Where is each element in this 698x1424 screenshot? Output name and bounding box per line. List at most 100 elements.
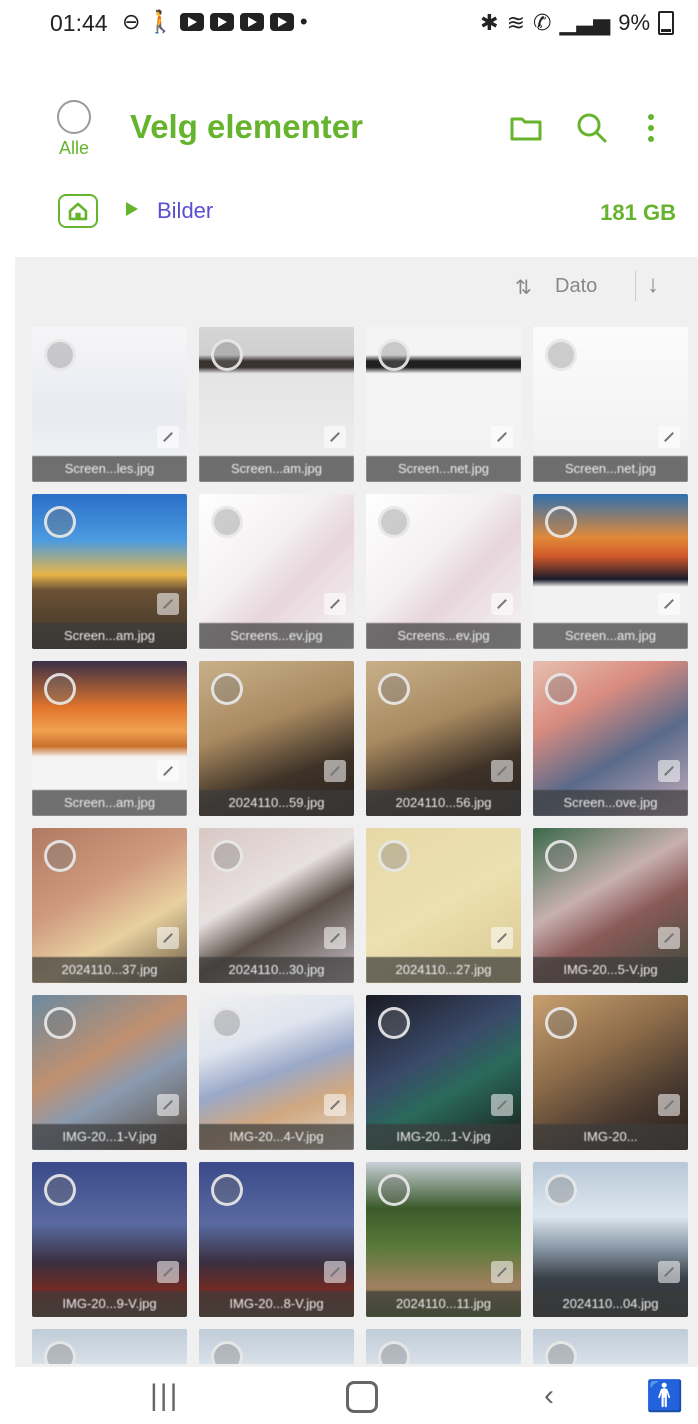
image-thumbnail[interactable] (32, 1329, 187, 1364)
select-checkbox[interactable] (378, 840, 410, 872)
expand-icon[interactable] (157, 1094, 179, 1116)
image-thumbnail[interactable]: Screen...am.jpg (199, 327, 354, 482)
breadcrumb-folder[interactable]: Bilder (157, 198, 213, 224)
image-thumbnail[interactable]: IMG-20...8-V.jpg (199, 1162, 354, 1317)
select-checkbox[interactable] (378, 339, 410, 371)
image-thumbnail[interactable]: Screens...ev.jpg (199, 494, 354, 649)
sort-label[interactable]: Dato (555, 275, 597, 298)
select-checkbox[interactable] (44, 1341, 76, 1364)
file-panel: ⇅ Dato ↓ Screen...les.jpg Screen...am.jpg… (15, 257, 698, 1367)
select-checkbox[interactable] (211, 506, 243, 538)
image-thumbnail[interactable]: Screen...ove.jpg (533, 661, 688, 816)
home-button[interactable] (58, 194, 98, 228)
image-thumbnail[interactable] (199, 1329, 354, 1364)
select-checkbox[interactable] (211, 1007, 243, 1039)
expand-icon[interactable] (157, 760, 179, 782)
sort-direction-icon[interactable]: ↓ (647, 271, 659, 299)
select-checkbox[interactable] (378, 1174, 410, 1206)
expand-icon[interactable] (658, 1261, 680, 1283)
image-thumbnail[interactable]: IMG-20...5-V.jpg (533, 828, 688, 983)
select-checkbox[interactable] (44, 1174, 76, 1206)
select-checkbox[interactable] (211, 840, 243, 872)
image-thumbnail[interactable]: 2024110...04.jpg (533, 1162, 688, 1317)
expand-icon[interactable] (491, 593, 513, 615)
expand-icon[interactable] (491, 426, 513, 448)
select-checkbox[interactable] (44, 840, 76, 872)
expand-icon[interactable] (324, 760, 346, 782)
select-checkbox[interactable] (545, 339, 577, 371)
expand-icon[interactable] (157, 927, 179, 949)
image-thumbnail[interactable] (533, 1329, 688, 1364)
image-thumbnail[interactable]: Screen...net.jpg (366, 327, 521, 482)
expand-icon[interactable] (324, 593, 346, 615)
more-vert-icon[interactable] (631, 108, 671, 148)
image-thumbnail[interactable]: Screens...ev.jpg (366, 494, 521, 649)
image-thumbnail[interactable]: Screen...am.jpg (32, 661, 187, 816)
expand-icon[interactable] (491, 1261, 513, 1283)
image-thumbnail[interactable]: IMG-20...4-V.jpg (199, 995, 354, 1150)
image-thumbnail[interactable]: 2024110...11.jpg (366, 1162, 521, 1317)
select-checkbox[interactable] (545, 1174, 577, 1206)
select-checkbox[interactable] (545, 1007, 577, 1039)
thumbnail-caption: Screens...ev.jpg (366, 623, 521, 649)
expand-icon[interactable] (491, 1094, 513, 1116)
select-all[interactable]: Alle (54, 100, 94, 159)
image-thumbnail[interactable]: IMG-20...1-V.jpg (32, 995, 187, 1150)
select-checkbox[interactable] (211, 1174, 243, 1206)
image-thumbnail[interactable]: 2024110...30.jpg (199, 828, 354, 983)
expand-icon[interactable] (491, 927, 513, 949)
select-checkbox[interactable] (378, 673, 410, 705)
select-checkbox[interactable] (545, 840, 577, 872)
select-checkbox[interactable] (378, 1341, 410, 1364)
recents-icon[interactable]: ||| (150, 1379, 179, 1413)
search-icon[interactable] (572, 108, 612, 148)
select-checkbox[interactable] (44, 1007, 76, 1039)
expand-icon[interactable] (658, 593, 680, 615)
expand-icon[interactable] (658, 426, 680, 448)
expand-icon[interactable] (157, 426, 179, 448)
select-checkbox[interactable] (211, 673, 243, 705)
image-thumbnail[interactable]: IMG-20...1-V.jpg (366, 995, 521, 1150)
expand-icon[interactable] (324, 1261, 346, 1283)
image-thumbnail[interactable]: 2024110...59.jpg (199, 661, 354, 816)
expand-icon[interactable] (658, 927, 680, 949)
folder-icon[interactable] (506, 108, 546, 148)
expand-icon[interactable] (324, 426, 346, 448)
dot-icon: • (299, 9, 308, 34)
accessibility-icon[interactable]: 🚹 (646, 1379, 683, 1414)
youtube-icon (209, 13, 234, 31)
expand-icon[interactable] (324, 1094, 346, 1116)
image-thumbnail[interactable]: IMG-20... (533, 995, 688, 1150)
image-thumbnail[interactable]: Screen...am.jpg (533, 494, 688, 649)
thumbnail-caption: Screen...am.jpg (533, 623, 688, 649)
image-thumbnail[interactable]: Screen...net.jpg (533, 327, 688, 482)
home-nav-icon[interactable] (346, 1381, 378, 1413)
select-checkbox[interactable] (545, 1341, 577, 1364)
select-checkbox[interactable] (378, 1007, 410, 1039)
image-thumbnail[interactable]: Screen...les.jpg (32, 327, 187, 482)
expand-icon[interactable] (324, 927, 346, 949)
select-checkbox[interactable] (44, 339, 76, 371)
select-checkbox[interactable] (44, 673, 76, 705)
sort-icon[interactable]: ⇅ (515, 275, 532, 300)
expand-icon[interactable] (157, 593, 179, 615)
image-thumbnail[interactable] (366, 1329, 521, 1364)
image-thumbnail[interactable]: 2024110...37.jpg (32, 828, 187, 983)
select-all-checkbox[interactable] (57, 100, 91, 134)
select-checkbox[interactable] (211, 339, 243, 371)
select-checkbox[interactable] (545, 673, 577, 705)
storage-size: 181 GB (600, 200, 676, 225)
select-checkbox[interactable] (545, 506, 577, 538)
expand-icon[interactable] (157, 1261, 179, 1283)
expand-icon[interactable] (491, 760, 513, 782)
select-checkbox[interactable] (378, 506, 410, 538)
image-thumbnail[interactable]: IMG-20...9-V.jpg (32, 1162, 187, 1317)
expand-icon[interactable] (658, 760, 680, 782)
image-thumbnail[interactable]: 2024110...56.jpg (366, 661, 521, 816)
image-thumbnail[interactable]: Screen...am.jpg (32, 494, 187, 649)
expand-icon[interactable] (658, 1094, 680, 1116)
select-checkbox[interactable] (44, 506, 76, 538)
select-checkbox[interactable] (211, 1341, 243, 1364)
image-thumbnail[interactable]: 2024110...27.jpg (366, 828, 521, 983)
back-icon[interactable]: ‹ (544, 1379, 554, 1413)
